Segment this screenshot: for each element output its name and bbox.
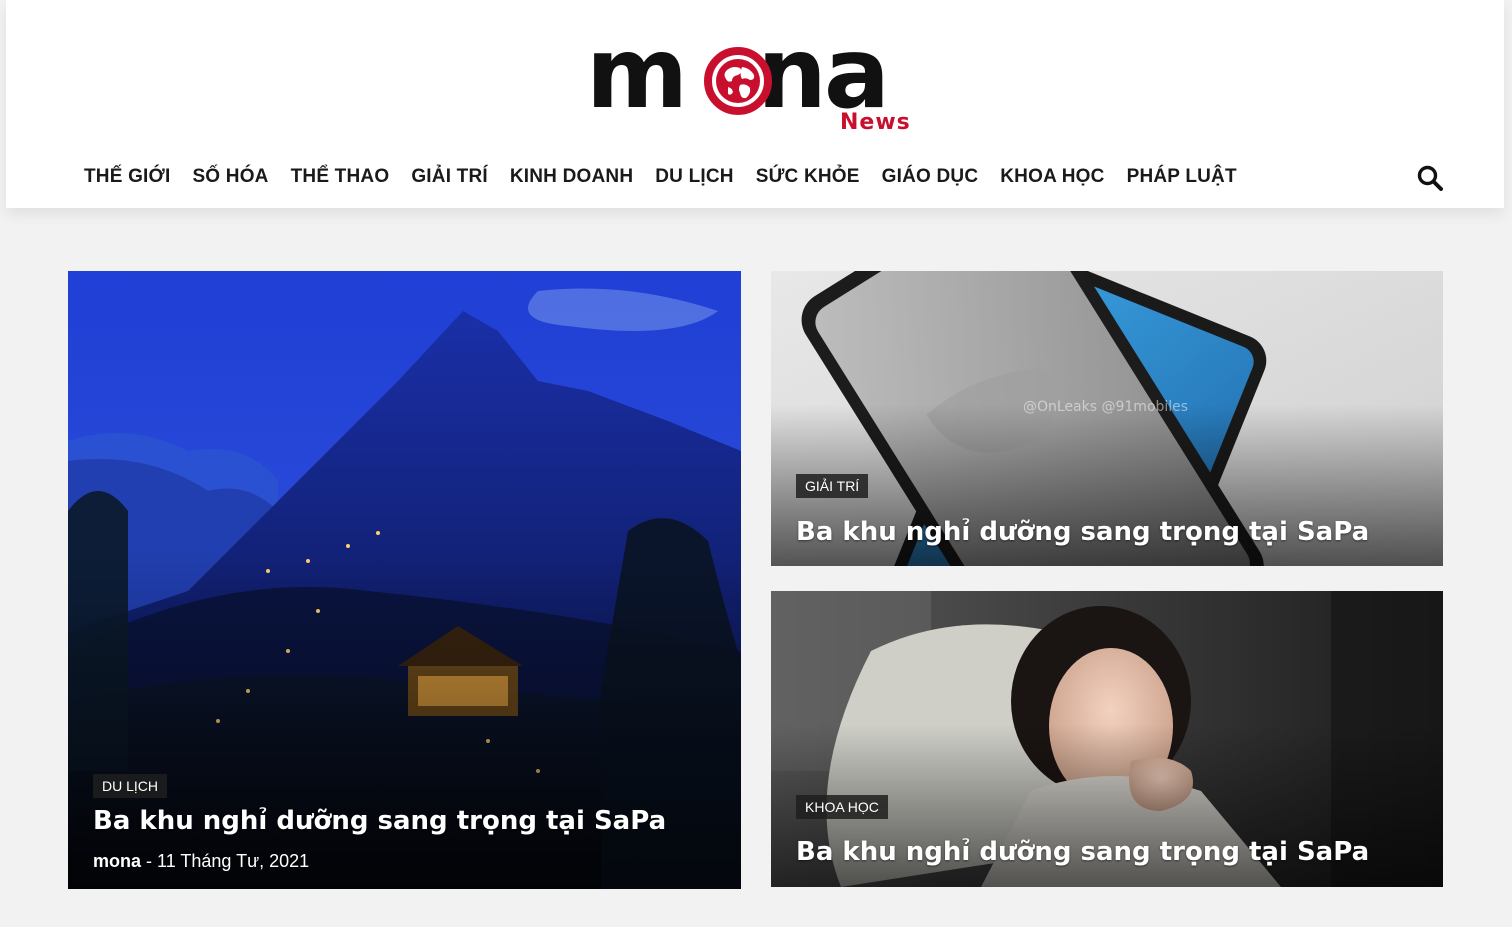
post-title[interactable]: Ba khu nghỉ dưỡng sang trọng tại SaPa <box>93 806 666 836</box>
post-meta: mona - 11 Tháng Tư, 2021 <box>93 851 310 871</box>
side-post-card[interactable]: KHOA HỌC Ba khu nghỉ dưỡng sang trọng tạ… <box>771 591 1443 887</box>
post-title[interactable]: Ba khu nghỉ dưỡng sang trọng tại SaPa <box>796 517 1369 547</box>
post-date: 11 Tháng Tư, 2021 <box>157 851 310 871</box>
globe-icon <box>704 47 772 115</box>
nav-item-du-lich[interactable]: DU LỊCH <box>655 166 733 188</box>
post-title[interactable]: Ba khu nghỉ dưỡng sang trọng tại SaPa <box>796 837 1369 867</box>
featured-post-card[interactable]: DU LỊCH Ba khu nghỉ dưỡng sang trọng tại… <box>68 271 741 889</box>
nav-item-suc-khoe[interactable]: SỨC KHỎE <box>756 166 860 188</box>
category-badge[interactable]: GIẢI TRÍ <box>796 474 869 498</box>
main-nav: THẾ GIỚI SỐ HÓA THỂ THAO GIẢI TRÍ KINH D… <box>84 166 1259 188</box>
search-icon[interactable] <box>1416 164 1444 192</box>
post-author[interactable]: mona <box>93 851 141 871</box>
nav-item-the-thao[interactable]: THỂ THAO <box>291 166 390 188</box>
nav-item-khoa-hoc[interactable]: KHOA HỌC <box>1000 166 1104 188</box>
site-logo[interactable]: m na News <box>586 24 926 136</box>
nav-item-phap-luat[interactable]: PHÁP LUẬT <box>1127 166 1237 188</box>
nav-item-so-hoa[interactable]: SỐ HÓA <box>192 166 268 188</box>
logo-subtitle: News <box>840 110 911 135</box>
category-badge[interactable]: DU LỊCH <box>93 774 168 798</box>
nav-item-giao-duc[interactable]: GIÁO DỤC <box>882 166 979 188</box>
category-badge[interactable]: KHOA HỌC <box>796 795 888 819</box>
nav-item-the-gioi[interactable]: THẾ GIỚI <box>84 166 170 188</box>
nav-item-giai-tri[interactable]: GIẢI TRÍ <box>411 166 488 188</box>
nav-item-kinh-doanh[interactable]: KINH DOANH <box>510 166 633 188</box>
side-post-card[interactable]: @OnLeaks @91mobiles GIẢI TRÍ Ba khu nghỉ… <box>771 271 1443 566</box>
